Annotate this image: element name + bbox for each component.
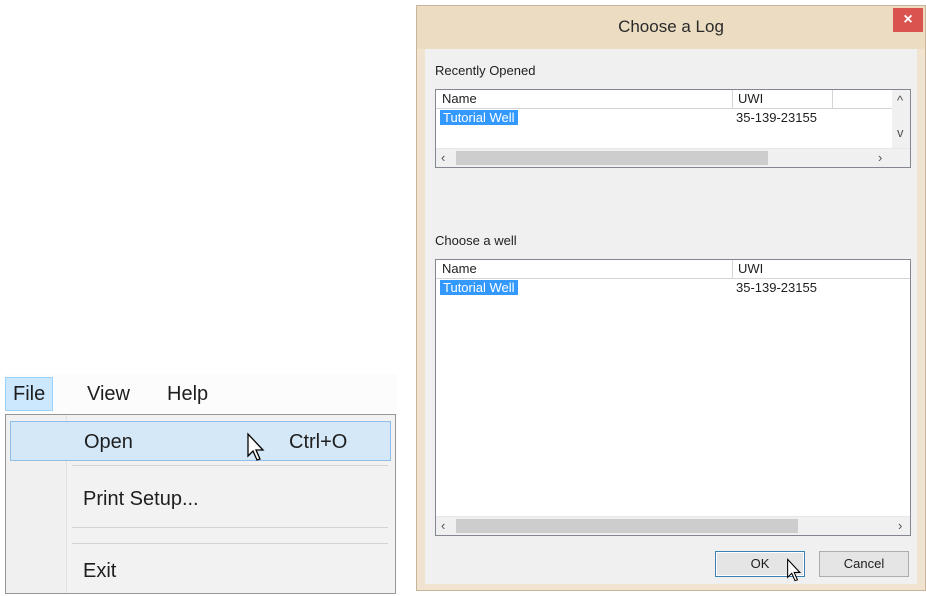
scrollbar-thumb[interactable]: [456, 519, 798, 533]
menu-file[interactable]: File: [5, 377, 54, 411]
well-uwi: 35-139-23155: [736, 280, 817, 295]
column-divider: [732, 260, 733, 278]
list-item[interactable]: Tutorial Well 35-139-23155: [436, 109, 910, 127]
horizontal-scrollbar[interactable]: ‹ ›: [436, 148, 910, 167]
column-name-header[interactable]: Name: [442, 261, 477, 276]
scroll-left-icon[interactable]: ‹: [441, 149, 445, 167]
recently-opened-label: Recently Opened: [435, 63, 536, 78]
choose-log-dialog: Choose a Log × Recently Opened Name UWI …: [416, 5, 926, 591]
column-uwi-header[interactable]: UWI: [738, 91, 763, 106]
mouse-pointer-icon: [247, 432, 265, 461]
menu-view[interactable]: View: [80, 378, 137, 410]
well-uwi: 35-139-23155: [736, 110, 817, 125]
column-name-header[interactable]: Name: [442, 91, 477, 106]
menu-separator: [72, 543, 388, 544]
horizontal-scrollbar[interactable]: ‹ ›: [436, 516, 910, 535]
choose-well-label: Choose a well: [435, 233, 517, 248]
column-divider: [910, 260, 911, 278]
menu-item-print-setup-label: Print Setup...: [83, 488, 199, 510]
list-item[interactable]: Tutorial Well 35-139-23155: [436, 279, 910, 297]
recently-opened-list[interactable]: Name UWI Tutorial Well 35-139-23155 ^ v …: [435, 89, 911, 168]
column-uwi-header[interactable]: UWI: [738, 261, 763, 276]
menu-item-open-shortcut: Ctrl+O: [289, 431, 348, 453]
vertical-scrollbar[interactable]: ^ v: [892, 90, 910, 150]
scroll-right-icon[interactable]: ›: [878, 149, 882, 167]
well-name: Tutorial Well: [440, 110, 518, 125]
scrollbar-thumb[interactable]: [456, 151, 768, 165]
choose-well-list[interactable]: Name UWI Tutorial Well 35-139-23155 ‹ ›: [435, 259, 911, 536]
menu-help[interactable]: Help: [160, 378, 215, 410]
scroll-up-icon[interactable]: ^: [897, 92, 903, 110]
menu-separator: [72, 527, 388, 528]
cancel-button[interactable]: Cancel: [819, 551, 909, 577]
scroll-down-icon[interactable]: v: [897, 124, 904, 142]
list-header: Name UWI: [436, 260, 910, 279]
menu-item-open-label: Open: [84, 431, 133, 453]
menu-item-exit[interactable]: Exit: [10, 551, 391, 591]
scroll-left-icon[interactable]: ‹: [441, 517, 445, 535]
scroll-right-icon[interactable]: ›: [898, 517, 902, 535]
menu-item-print-setup[interactable]: Print Setup...: [10, 479, 391, 519]
file-menu-dropdown: Open Ctrl+O Print Setup... Exit: [5, 414, 396, 594]
close-button[interactable]: ×: [893, 8, 923, 32]
menu-separator: [72, 465, 388, 466]
column-divider: [832, 90, 833, 108]
list-header: Name UWI: [436, 90, 910, 109]
dialog-client-area: Recently Opened Name UWI Tutorial Well 3…: [425, 49, 917, 584]
dialog-title: Choose a Log: [618, 17, 724, 36]
dialog-titlebar[interactable]: Choose a Log ×: [417, 6, 925, 49]
mouse-pointer-icon: [787, 558, 802, 582]
menu-item-exit-label: Exit: [83, 560, 117, 582]
well-name: Tutorial Well: [440, 280, 518, 295]
menu-item-open[interactable]: Open Ctrl+O: [10, 421, 391, 461]
column-divider: [732, 90, 733, 108]
menu-bar: File View Help: [5, 374, 397, 415]
